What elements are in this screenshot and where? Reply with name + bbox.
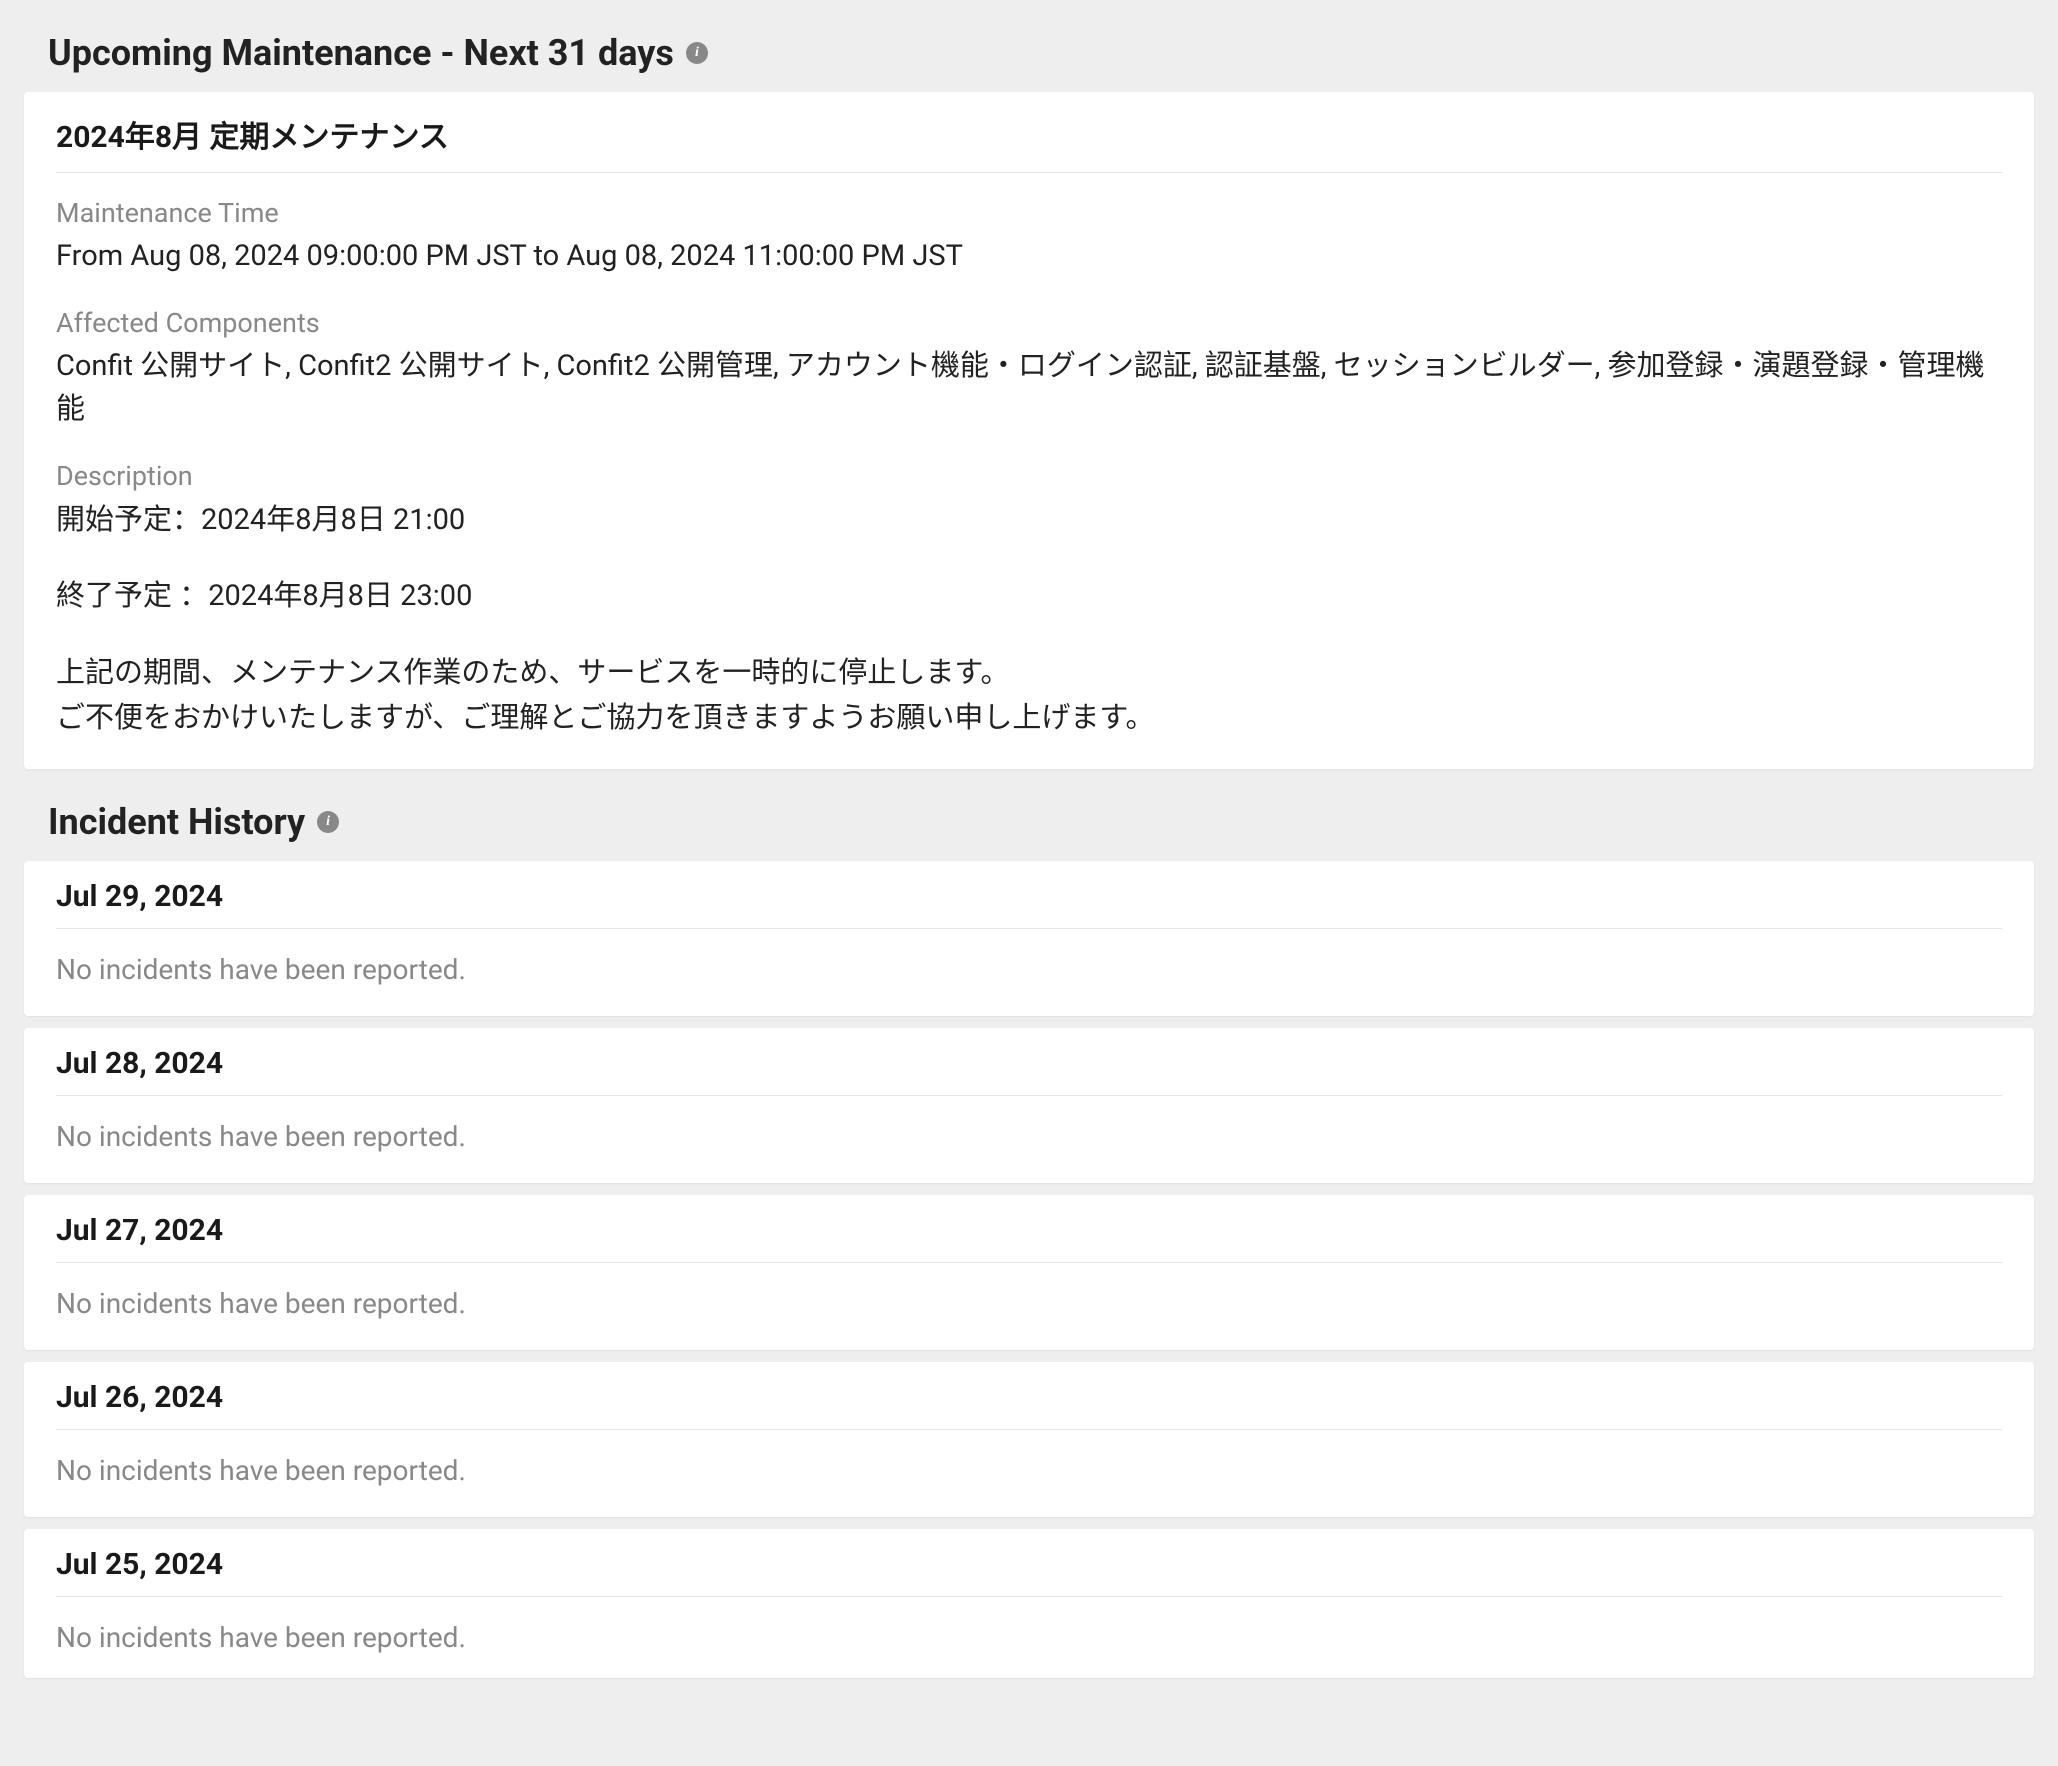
- incident-history-header: Incident History i: [12, 787, 2046, 857]
- info-icon[interactable]: i: [317, 811, 339, 833]
- description-line1: 上記の期間、メンテナンス作業のため、サービスを一時的に停止します。: [56, 651, 2002, 696]
- incident-day-card: Jul 26, 2024 No incidents have been repo…: [24, 1362, 2034, 1517]
- maintenance-card: 2024年8月 定期メンテナンス Maintenance Time From A…: [24, 92, 2034, 769]
- upcoming-maintenance-header: Upcoming Maintenance - Next 31 days i: [12, 18, 2046, 88]
- description-start: 開始予定：2024年8月8日 21:00: [56, 498, 2002, 543]
- maintenance-time-label: Maintenance Time: [56, 197, 2002, 229]
- description-line2: ご不便をおかけいたしますが、ご理解とご協力を頂きますようお願い申し上げます。: [56, 696, 2002, 741]
- maintenance-time-value: From Aug 08, 2024 09:00:00 PM JST to Aug…: [56, 235, 2002, 279]
- incident-day-status: No incidents have been reported.: [56, 1621, 2002, 1654]
- maintenance-card-title: 2024年8月 定期メンテナンス: [56, 112, 2002, 173]
- incident-day-date: Jul 27, 2024: [56, 1213, 2002, 1263]
- incident-day-date: Jul 25, 2024: [56, 1547, 2002, 1597]
- incident-day-status: No incidents have been reported.: [56, 1454, 2002, 1487]
- incident-day-card: Jul 28, 2024 No incidents have been repo…: [24, 1028, 2034, 1183]
- description-label: Description: [56, 460, 2002, 492]
- incident-day-status: No incidents have been reported.: [56, 953, 2002, 986]
- info-icon[interactable]: i: [686, 42, 708, 64]
- description-block: Description 開始予定：2024年8月8日 21:00 終了予定 ：2…: [56, 460, 2002, 742]
- incident-day-card: Jul 25, 2024 No incidents have been repo…: [24, 1529, 2034, 1678]
- incident-day-status: No incidents have been reported.: [56, 1287, 2002, 1320]
- incident-day-card: Jul 27, 2024 No incidents have been repo…: [24, 1195, 2034, 1350]
- incident-day-date: Jul 29, 2024: [56, 879, 2002, 929]
- incident-history-title: Incident History: [48, 801, 305, 843]
- maintenance-time-block: Maintenance Time From Aug 08, 2024 09:00…: [56, 197, 2002, 279]
- affected-components-label: Affected Components: [56, 307, 2002, 339]
- incident-day-date: Jul 26, 2024: [56, 1380, 2002, 1430]
- incident-day-status: No incidents have been reported.: [56, 1120, 2002, 1153]
- incident-day-card: Jul 29, 2024 No incidents have been repo…: [24, 861, 2034, 1016]
- affected-components-value: Confit 公開サイト, Confit2 公開サイト, Confit2 公開管…: [56, 345, 2002, 432]
- affected-components-block: Affected Components Confit 公開サイト, Confit…: [56, 307, 2002, 432]
- description-end: 終了予定 ：2024年8月8日 23:00: [56, 574, 2002, 619]
- incident-day-date: Jul 28, 2024: [56, 1046, 2002, 1096]
- upcoming-maintenance-title: Upcoming Maintenance - Next 31 days: [48, 32, 674, 74]
